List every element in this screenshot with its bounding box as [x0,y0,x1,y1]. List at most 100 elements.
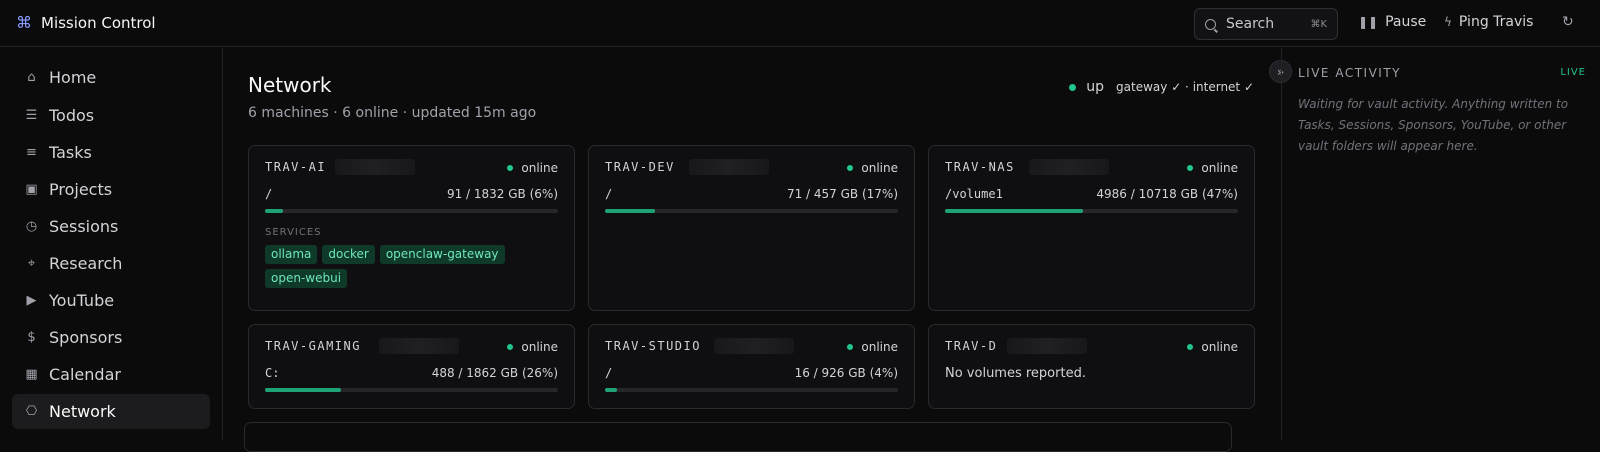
refresh-icon: ↻ [1562,14,1574,30]
online-dot [507,165,514,171]
status-label: online [521,161,558,175]
services-list: ollama docker openclaw-gateway open-webu… [265,245,565,288]
zap-icon: ϟ [1444,15,1452,29]
sidebar-item-label: Calendar [49,365,121,384]
volume-usage: 488 / 1862 GB (26%) [431,366,558,380]
redacted-address [714,338,794,354]
search-icon [1205,18,1216,30]
sidebar-item-label: Todos [49,106,95,125]
live-activity-title: LIVE ACTIVITY [1298,66,1401,80]
volume-usage: 4986 / 10718 GB (47%) [1096,187,1238,201]
folders-icon: ▣ [25,182,38,197]
sidebar-item-label: Network [49,402,116,421]
usage-bar [945,209,1238,213]
app-title: Mission Control [41,13,156,32]
usage-bar [265,388,558,392]
live-badge: LIVE [1560,67,1586,78]
volume-path: / [605,187,613,201]
network-status: up gateway ✓ · internet ✓ [1069,79,1254,95]
page-title: Network [248,73,332,97]
sidebar-item-todos[interactable]: ☰ Todos [12,98,210,133]
usage-bar-fill [945,209,1083,213]
volume-usage: 16 / 926 GB (4%) [794,366,898,380]
dollar-icon: $ [27,330,36,345]
status-label: online [861,161,898,175]
redacted-address [1029,159,1109,175]
sidebar-item-youtube[interactable]: ▶ YouTube [12,283,210,318]
services-label: SERVICES [265,227,322,238]
online-dot [847,165,854,171]
sidebar-item-research[interactable]: ⌖ Research [12,246,210,281]
sidebar-item-label: YouTube [49,291,115,310]
machine-name: TRAV-D [945,339,998,353]
sidebar-item-label: Sponsors [49,328,123,347]
list-todo-icon: ≡ [26,145,37,160]
status-label: online [861,340,898,354]
sidebar: ⌂ Home ☰ Todos ≡ Tasks ▣ Projects ◷ Sess… [0,48,223,440]
usage-bar-fill [605,388,617,392]
machine-name: TRAV-NAS [945,160,1015,174]
home-icon: ⌂ [27,70,36,85]
pause-button[interactable]: ❚❚ Pause [1358,14,1426,30]
calendar-icon: ▦ [25,367,38,382]
status-checks: gateway ✓ · internet ✓ [1116,80,1254,94]
main-content: Network 6 machines · 6 online · updated … [224,48,1280,452]
status-label: online [1201,340,1238,354]
sidebar-item-network[interactable]: ⎔ Network [12,394,210,429]
no-volumes-message: No volumes reported. [945,366,1086,381]
sidebar-item-label: Projects [49,180,113,199]
machine-status: online [507,161,558,175]
sidebar-item-label: Research [49,254,123,273]
machine-card[interactable]: TRAV-STUDIO online / 16 / 926 GB (4%) [588,324,915,409]
volume-path: / [605,366,613,380]
usage-bar [605,209,898,213]
machine-status: online [847,161,898,175]
status-dot [1069,83,1077,91]
status-state: up [1086,79,1105,95]
volume-path: C: [265,366,280,380]
usage-bar-fill [605,209,655,213]
sidebar-item-sponsors[interactable]: $ Sponsors [12,320,210,355]
sidebar-item-label: Tasks [49,143,92,162]
machine-name: TRAV-STUDIO [605,339,701,353]
sidebar-item-projects[interactable]: ▣ Projects [12,172,210,207]
sidebar-item-calendar[interactable]: ▦ Calendar [12,357,210,392]
app-brand[interactable]: ⌘ Mission Control [16,13,156,32]
machine-name: TRAV-DEV [605,160,675,174]
machine-card[interactable]: TRAV-DEV online / 71 / 457 GB (17%) [588,145,915,311]
ping-label: Ping Travis [1458,14,1534,30]
refresh-button[interactable]: ↻ [1562,14,1574,30]
machine-name: TRAV-AI [265,160,327,174]
redacted-address [1007,338,1087,354]
usage-bar-fill [265,209,283,213]
usage-bar-fill [265,388,342,392]
machine-card[interactable]: TRAV-AI online / 91 / 1832 GB (6%) SERVI… [248,145,575,311]
machine-card[interactable]: TRAV-D online No volumes reported. [928,324,1255,409]
live-activity-message: Waiting for vault activity. Anything wri… [1298,97,1569,153]
top-bar: ⌘ Mission Control Search ⌘K ❚❚ Pause ϟ P… [0,0,1600,47]
status-label: online [521,340,558,354]
machine-name: TRAV-GAMING [265,339,361,353]
network-icon: ⎔ [25,404,38,419]
machine-status: online [847,340,898,354]
machine-status: online [1187,161,1238,175]
service-chip: openclaw-gateway [379,245,505,264]
volume-path: /volume1 [945,187,1003,201]
volume-path: / [265,187,273,201]
machine-status: online [507,340,558,354]
sidebar-item-label: Sessions [49,217,119,236]
history-icon: ◷ [25,219,38,234]
machine-card[interactable]: TRAV-NAS online /volume1 4986 / 10718 GB… [928,145,1255,311]
machine-card[interactable]: TRAV-GAMING online C: 488 / 1862 GB (26%… [248,324,575,409]
service-chip: ollama [265,245,318,264]
search-label: Search [1226,16,1275,32]
volume-usage: 91 / 1832 GB (6%) [446,187,558,201]
sidebar-item-tasks[interactable]: ≡ Tasks [12,135,210,170]
sidebar-item-home[interactable]: ⌂ Home [12,60,210,95]
sidebar-item-sessions[interactable]: ◷ Sessions [12,209,210,244]
ping-travis-button[interactable]: ϟ Ping Travis [1444,14,1533,30]
search-button[interactable]: Search ⌘K [1194,8,1338,40]
youtube-icon: ▶ [26,293,37,308]
list-checks-icon: ☰ [25,108,38,123]
sidebar-item-label: Home [49,68,97,87]
